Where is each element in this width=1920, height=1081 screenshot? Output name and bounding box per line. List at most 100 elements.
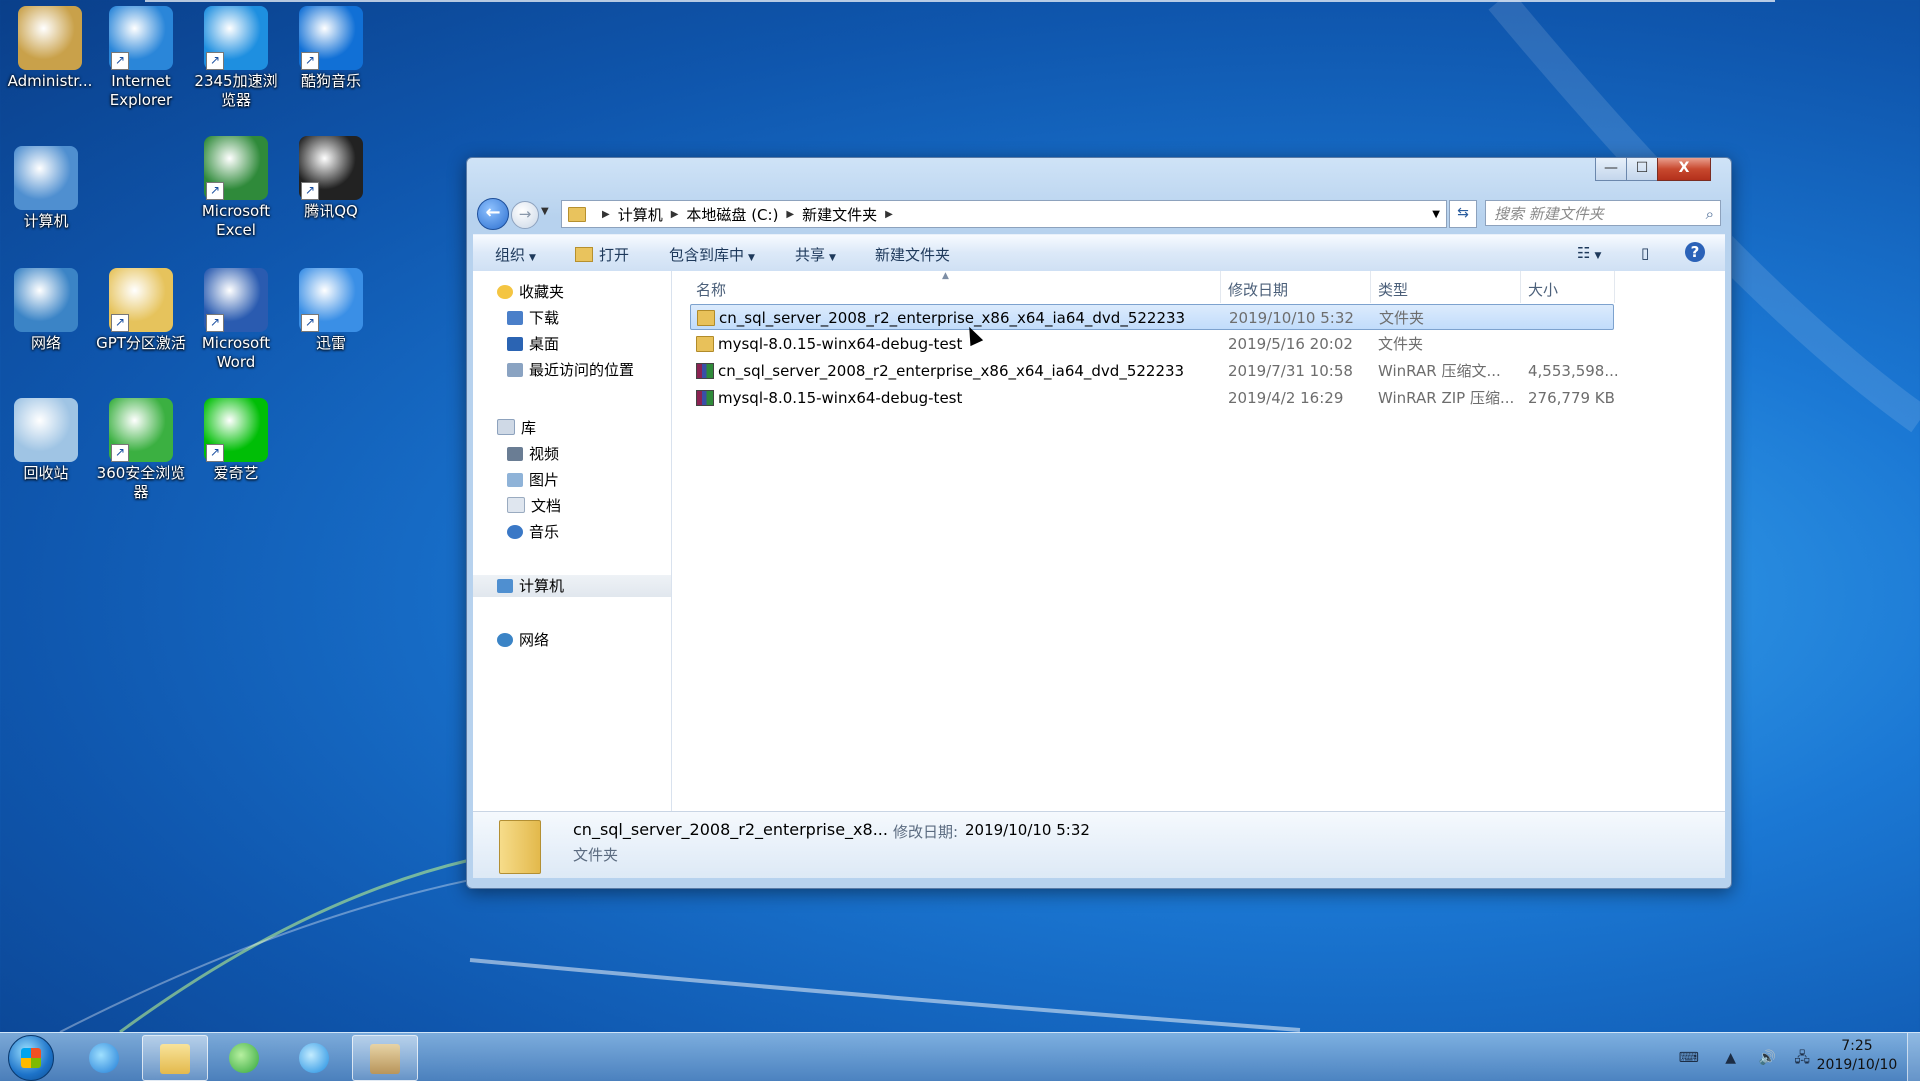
nav-documents[interactable]: 文档 (473, 495, 705, 517)
details-type: 文件夹 (573, 846, 619, 864)
search-icon[interactable]: ⌕ (1706, 201, 1714, 227)
desktop-shortcut[interactable]: ↗ GPT分区激活 (95, 262, 187, 353)
share-menu[interactable]: 共享 ▼ (795, 244, 836, 265)
breadcrumb-separator-icon[interactable]: ▶ (602, 209, 610, 220)
file-type: 文件夹 (1379, 309, 1425, 327)
help-button[interactable]: ? (1685, 242, 1705, 262)
column-divider[interactable] (1614, 271, 1615, 303)
details-pane: cn_sql_server_2008_r2_enterprise_x8... 修… (473, 812, 1725, 878)
nav-videos[interactable]: 视频 (473, 443, 705, 465)
shortcut-label: 酷狗音乐 (300, 72, 361, 90)
details-date-label: 修改日期: (893, 823, 959, 841)
column-header-date[interactable]: 修改日期 (1228, 279, 1288, 300)
installer-package-icon (370, 1043, 400, 1074)
help-icon: ? (1690, 243, 1700, 261)
taskbar-360-browser[interactable] (212, 1035, 276, 1079)
desktop-shortcut[interactable]: 计算机 (0, 140, 92, 231)
nav-music[interactable]: 音乐 (473, 521, 705, 543)
network-status-icon[interactable]: 🖧 (1794, 1050, 1810, 1066)
open-button[interactable]: 打开 (575, 244, 629, 265)
nav-favorites[interactable]: 收藏夹 (473, 281, 695, 303)
column-header-type[interactable]: 类型 (1378, 279, 1408, 300)
file-type: WinRAR ZIP 压缩... (1378, 389, 1515, 407)
show-desktop-button[interactable] (1907, 1033, 1920, 1081)
shortcut-label: Administr... (7, 72, 93, 90)
breadcrumb-computer[interactable]: 计算机 (618, 204, 663, 225)
address-dropdown-icon[interactable]: ▼ (1432, 209, 1440, 220)
table-row[interactable]: mysql-8.0.15-winx64-debug-test 2019/5/16 … (690, 331, 1614, 357)
clock[interactable]: 7:25 2019/10/10 (1812, 1037, 1902, 1075)
desktop-shortcut[interactable]: ↗ 360安全浏览器 (95, 392, 187, 502)
desktop-shortcut[interactable]: ↗ 爱奇艺 (190, 392, 282, 483)
organize-menu[interactable]: 组织 ▼ (495, 244, 536, 265)
column-divider[interactable] (1370, 271, 1371, 303)
table-row[interactable]: cn_sql_server_2008_r2_enterprise_x86_x64… (690, 304, 1614, 330)
forward-button[interactable]: → (511, 201, 539, 229)
keyboard-icon[interactable]: ⌨ (1679, 1050, 1699, 1066)
column-divider[interactable] (1220, 271, 1221, 303)
breadcrumb-separator-icon[interactable]: ▶ (786, 209, 794, 220)
desktop-shortcut[interactable]: ↗ 腾讯QQ (285, 130, 377, 221)
close-button[interactable]: X (1657, 158, 1711, 181)
nav-computer[interactable]: 计算机 (473, 575, 671, 597)
taskbar-file-explorer[interactable] (142, 1035, 208, 1081)
taskbar-2345-browser[interactable] (282, 1035, 346, 1079)
recent-places-icon (507, 363, 523, 377)
refresh-button[interactable]: ⇆ (1449, 200, 1477, 228)
nav-network[interactable]: 网络 (473, 629, 695, 651)
shortcut-arrow-icon: ↗ (301, 52, 319, 70)
explorer-window[interactable]: — ☐ X ← → ▼ ▶ 计算机 ▶ 本地磁盘 (C:) ▶ 新建文件夹 ▶ … (466, 157, 1732, 889)
shortcut-label: 迅雷 (315, 334, 346, 352)
shortcut-arrow-icon: ↗ (206, 52, 224, 70)
nav-label: 最近访问的位置 (529, 361, 635, 379)
show-hidden-icons[interactable]: ▲ (1725, 1050, 1736, 1066)
desktop-shortcut[interactable]: Administr... (4, 0, 96, 91)
desktop-shortcut[interactable]: ↗ Microsoft Word (190, 262, 282, 372)
shortcut-icon (18, 6, 82, 70)
nav-downloads[interactable]: 下载 (473, 307, 705, 329)
maximize-button[interactable]: ☐ (1626, 158, 1658, 181)
nav-pictures[interactable]: 图片 (473, 469, 705, 491)
desktop-shortcut[interactable]: ↗ 酷狗音乐 (285, 0, 377, 91)
file-date: 2019/5/16 20:02 (1228, 335, 1353, 353)
shortcut-arrow-icon: ↗ (301, 182, 319, 200)
forward-arrow-icon: → (518, 205, 532, 223)
star-icon (497, 285, 513, 299)
table-row[interactable]: cn_sql_server_2008_r2_enterprise_x86_x64… (690, 358, 1619, 384)
breadcrumb-local-disk[interactable]: 本地磁盘 (C:) (686, 204, 778, 225)
include-in-library-menu[interactable]: 包含到库中 ▼ (669, 244, 755, 265)
back-button[interactable]: ← (477, 198, 509, 230)
table-row[interactable]: mysql-8.0.15-winx64-debug-test 2019/4/2 1… (690, 385, 1615, 411)
desktop-shortcut[interactable]: ↗ Microsoft Excel (190, 130, 282, 240)
shortcut-icon: ↗ (109, 398, 173, 462)
new-folder-button[interactable]: 新建文件夹 (875, 244, 950, 265)
breadcrumb-separator-icon[interactable]: ▶ (885, 209, 893, 220)
file-name: cn_sql_server_2008_r2_enterprise_x86_x64… (719, 309, 1186, 327)
nav-recent-places[interactable]: 最近访问的位置 (473, 359, 705, 381)
breadcrumb-new-folder[interactable]: 新建文件夹 (802, 204, 877, 225)
desktop-shortcut[interactable]: ↗ Internet Explorer (95, 0, 187, 110)
taskbar-internet-explorer[interactable] (72, 1035, 136, 1079)
breadcrumb-separator-icon[interactable]: ▶ (671, 209, 679, 220)
explorer-panes: 收藏夹 下载 桌面 最近访问的位置 库 视频 图片 文档 音乐 计算机 网络 ▲… (473, 271, 1725, 812)
taskbar-installer[interactable] (352, 1035, 418, 1081)
desktop-shortcut[interactable]: 回收站 (0, 392, 92, 483)
address-row: ← → ▼ ▶ 计算机 ▶ 本地磁盘 (C:) ▶ 新建文件夹 ▶ ▼ ⇆ 搜索… (477, 198, 1721, 230)
nav-label: 桌面 (529, 335, 560, 353)
column-header-name[interactable]: 名称 (696, 279, 726, 300)
desktop-shortcut[interactable]: ↗ 迅雷 (285, 262, 377, 353)
volume-icon[interactable]: 🔊 (1758, 1050, 1775, 1066)
column-divider[interactable] (1520, 271, 1521, 303)
change-view-button[interactable]: ☷ ▼ (1577, 244, 1601, 262)
nav-libraries[interactable]: 库 (473, 417, 695, 439)
search-input[interactable]: 搜索 新建文件夹 ⌕ (1485, 200, 1721, 226)
desktop-shortcut[interactable]: ↗ 2345加速浏览器 (190, 0, 282, 110)
minimize-button[interactable]: — (1595, 158, 1627, 181)
column-header-size[interactable]: 大小 (1528, 279, 1558, 300)
address-bar[interactable]: ▶ 计算机 ▶ 本地磁盘 (C:) ▶ 新建文件夹 ▶ ▼ (561, 200, 1447, 228)
desktop-shortcut[interactable]: 网络 (0, 262, 92, 353)
nav-desktop[interactable]: 桌面 (473, 333, 705, 355)
start-button[interactable] (8, 1035, 54, 1081)
recent-pages-dropdown[interactable]: ▼ (541, 206, 549, 217)
preview-pane-button[interactable]: ▯ (1641, 244, 1649, 262)
